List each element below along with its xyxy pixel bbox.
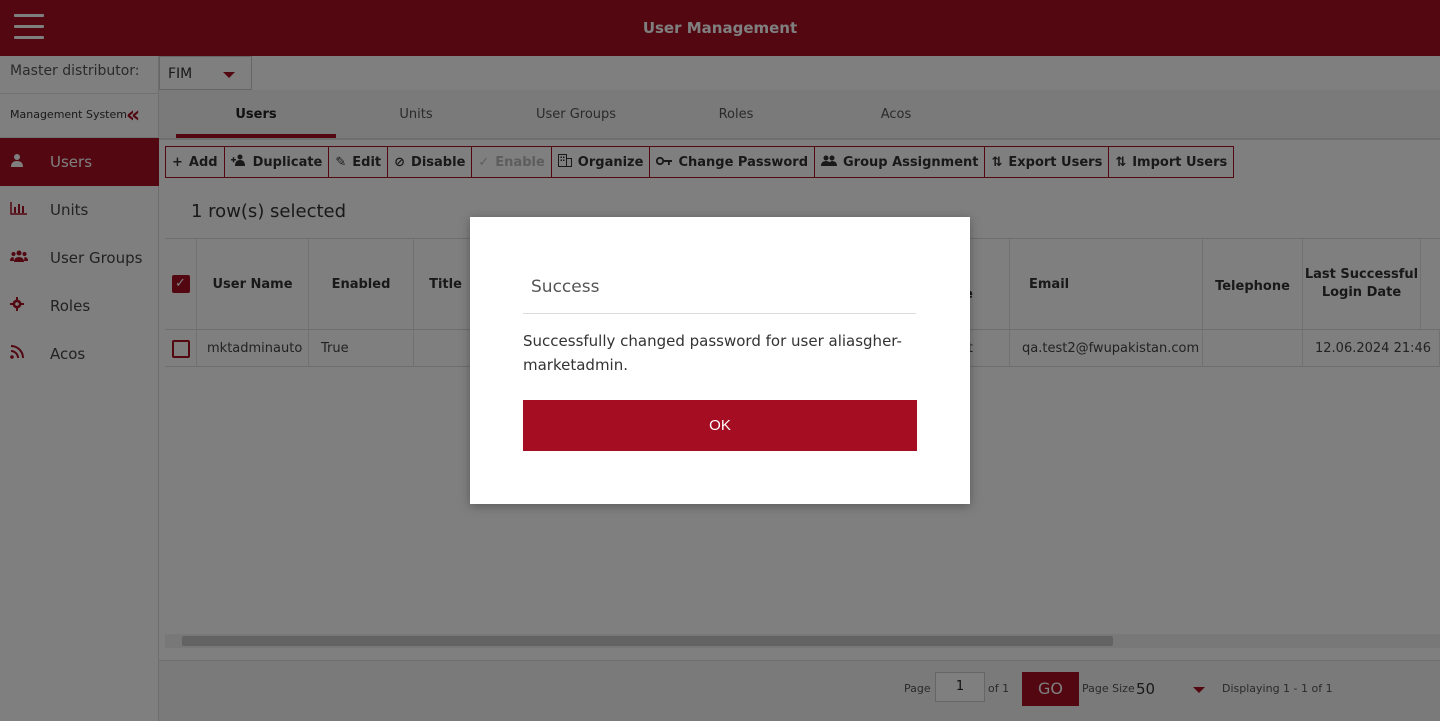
- dialog-divider: [523, 313, 916, 314]
- dialog-title: Success: [531, 277, 600, 297]
- ok-button[interactable]: OK: [523, 400, 917, 451]
- success-dialog: Success Successfully changed password fo…: [470, 217, 970, 504]
- dialog-message: Successfully changed password for user a…: [523, 332, 902, 374]
